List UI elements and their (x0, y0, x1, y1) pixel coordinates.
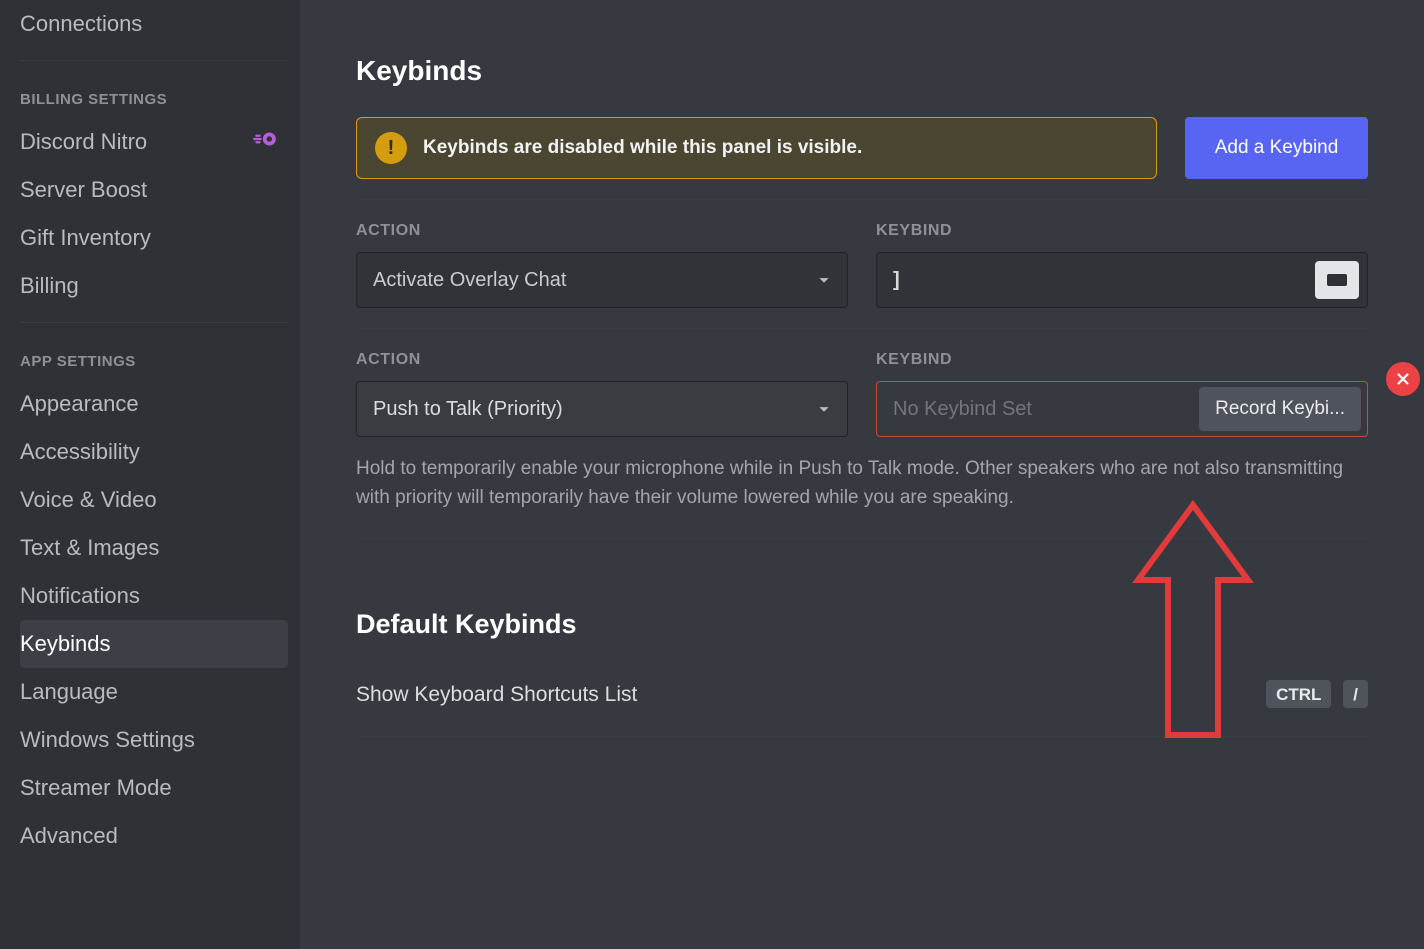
sidebar-item-label: Advanced (20, 823, 118, 849)
main-content: Keybinds ! Keybinds are disabled while t… (300, 0, 1424, 949)
sidebar-item-label: Voice & Video (20, 487, 157, 513)
sidebar-divider (20, 322, 288, 323)
chevron-down-icon (813, 398, 835, 420)
keybind-label: KEYBIND (876, 222, 1368, 240)
sidebar-item-voice-video[interactable]: Voice & Video (20, 476, 288, 524)
sidebar-item-gift-inventory[interactable]: Gift Inventory (20, 214, 288, 262)
keybind-label: KEYBIND (876, 351, 1368, 369)
sidebar-item-label: Server Boost (20, 177, 147, 203)
close-icon (1394, 370, 1412, 388)
keybind-description: Hold to temporarily enable your micropho… (356, 455, 1368, 512)
sidebar-item-label: Connections (20, 11, 142, 37)
sidebar-item-connections[interactable]: Connections (20, 0, 288, 48)
sidebar-item-label: Discord Nitro (20, 129, 147, 155)
sidebar-item-notifications[interactable]: Notifications (20, 572, 288, 620)
keybind-placeholder: No Keybind Set (893, 398, 1199, 421)
keybind-input-empty[interactable]: No Keybind Set Record Keybi... (876, 381, 1368, 437)
sidebar-item-keybinds[interactable]: Keybinds (20, 620, 288, 668)
key-chip: / (1343, 680, 1368, 710)
keybind-value: ] (893, 269, 900, 292)
page-title: Keybinds (356, 55, 1368, 87)
sidebar-item-label: Notifications (20, 583, 140, 609)
sidebar-header-billing: BILLING SETTINGS (20, 73, 288, 118)
sidebar-item-language[interactable]: Language (20, 668, 288, 716)
sidebar-item-label: Text & Images (20, 535, 159, 561)
divider (356, 328, 1368, 329)
keybind-input[interactable]: ] (876, 252, 1368, 308)
notice-text: Keybinds are disabled while this panel i… (423, 137, 862, 159)
sidebar-item-label: Windows Settings (20, 727, 195, 753)
divider (356, 199, 1368, 200)
key-chip: CTRL (1266, 680, 1331, 710)
keyboard-icon[interactable] (1315, 261, 1359, 299)
sidebar-header-app: APP SETTINGS (20, 335, 288, 380)
action-select[interactable]: Push to Talk (Priority) (356, 381, 848, 437)
top-row: ! Keybinds are disabled while this panel… (356, 117, 1368, 179)
sidebar-item-label: Accessibility (20, 439, 140, 465)
divider (356, 538, 1368, 539)
sidebar-item-label: Language (20, 679, 118, 705)
sidebar-item-label: Keybinds (20, 631, 111, 657)
settings-sidebar: Connections BILLING SETTINGS Discord Nit… (0, 0, 300, 949)
action-label: ACTION (356, 222, 848, 240)
default-keybind-row: Show Keyboard Shortcuts List CTRL / (356, 680, 1368, 737)
sidebar-item-accessibility[interactable]: Accessibility (20, 428, 288, 476)
sidebar-item-billing[interactable]: Billing (20, 262, 288, 310)
action-select-value: Activate Overlay Chat (373, 269, 813, 292)
action-select[interactable]: Activate Overlay Chat (356, 252, 848, 308)
sidebar-item-server-boost[interactable]: Server Boost (20, 166, 288, 214)
sidebar-item-label: Streamer Mode (20, 775, 172, 801)
action-select-value: Push to Talk (Priority) (373, 398, 813, 421)
keybind-row: ACTION Activate Overlay Chat KEYBIND ] (356, 222, 1368, 308)
add-keybind-button[interactable]: Add a Keybind (1185, 117, 1368, 179)
record-keybind-button[interactable]: Record Keybi... (1199, 387, 1361, 431)
sidebar-item-discord-nitro[interactable]: Discord Nitro (20, 118, 288, 166)
sidebar-item-text-images[interactable]: Text & Images (20, 524, 288, 572)
sidebar-item-label: Gift Inventory (20, 225, 151, 251)
chevron-down-icon (813, 269, 835, 291)
sidebar-item-streamer-mode[interactable]: Streamer Mode (20, 764, 288, 812)
default-keybinds-title: Default Keybinds (356, 609, 1368, 640)
keybind-row: ACTION Push to Talk (Priority) KEYBIND N… (356, 351, 1368, 437)
close-settings-button[interactable] (1386, 362, 1420, 396)
nitro-icon (252, 126, 278, 158)
sidebar-divider (20, 60, 288, 61)
default-keybind-label: Show Keyboard Shortcuts List (356, 683, 637, 707)
default-keybind-keys: CTRL / (1260, 680, 1368, 710)
warning-icon: ! (375, 132, 407, 164)
sidebar-item-appearance[interactable]: Appearance (20, 380, 288, 428)
action-label: ACTION (356, 351, 848, 369)
sidebar-item-label: Appearance (20, 391, 139, 417)
sidebar-item-windows-settings[interactable]: Windows Settings (20, 716, 288, 764)
sidebar-item-label: Billing (20, 273, 79, 299)
sidebar-item-advanced[interactable]: Advanced (20, 812, 288, 860)
notice-banner: ! Keybinds are disabled while this panel… (356, 117, 1157, 179)
